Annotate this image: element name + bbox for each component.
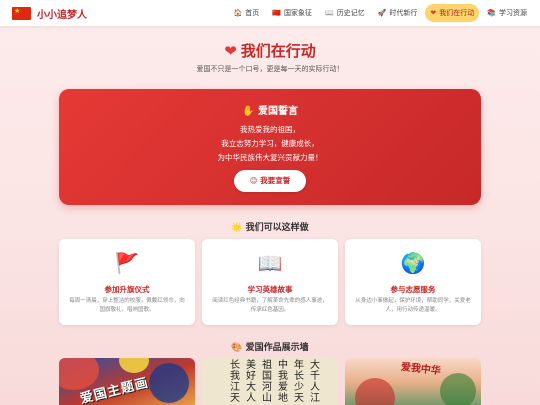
flag-icon: 🇨🇳 — [272, 9, 281, 17]
nav-item-label: 首页 — [245, 9, 260, 17]
pledge-title-text: 爱国誓言 — [257, 106, 298, 117]
calligraphy-column: 中我爱地 — [278, 360, 288, 404]
decor-shape — [440, 373, 476, 405]
poster-caption: 爱我中华 — [400, 361, 442, 378]
gallery-item-calligraphy[interactable]: 大千人江 年长少天 中我爱地 祖国河山 美好大人 长我江天 — [202, 358, 338, 405]
take-pledge-label: 我要宣誓 — [260, 176, 291, 185]
card-title: 参与志愿服务 — [390, 285, 436, 294]
action-card-volunteer[interactable]: 🌍 参与志愿服务 从身边小事做起，保护环境，帮助同学，关爱老人，用行动传递温暖。 — [345, 239, 481, 325]
card-description: 每周一清晨，穿上整洁的校服，佩戴红领巾，向国旗敬礼，唱响国歌。 — [69, 298, 185, 313]
gallery-item-painting[interactable]: 爱国主题画 — [59, 358, 195, 405]
nav-item-home[interactable]: 🏠 首页 — [229, 4, 265, 22]
rocket-icon: 🚀 — [377, 9, 387, 17]
nav-item-new-era[interactable]: 🚀 时代新行 — [373, 4, 423, 22]
book-icon: 📖 — [324, 9, 334, 17]
decor-shape — [355, 378, 395, 405]
globe-icon: 🌍 — [400, 251, 426, 275]
nav-item-label: 学习资源 — [499, 9, 527, 17]
calligraphy-column: 大千人江 — [310, 360, 320, 404]
nav-menu: 🏠 首页 🇨🇳 国家象征 📖 历史记忆 🚀 时代新行 ❤ 我们在行动 📚 学习资… — [226, 4, 532, 22]
calligraphy-column: 年长少天 — [294, 360, 304, 404]
actions-section-title: 🌟 我们可以这样做 — [0, 220, 540, 233]
palette-icon: 🎨 — [231, 343, 243, 353]
take-pledge-button[interactable]: 😊 我要宣誓 — [234, 170, 306, 192]
action-card-hero-stories[interactable]: 📖 学习英雄故事 阅读红色经典书籍，了解革命先辈的感人事迹，传承红色基因。 — [202, 239, 338, 325]
books-icon: 📚 — [487, 9, 496, 17]
nav-item-label: 时代新行 — [389, 9, 418, 17]
pledge-line: 我热爱我的祖国， — [240, 125, 300, 134]
home-icon: 🏠 — [233, 9, 243, 17]
smile-icon: 😊 — [249, 176, 258, 185]
actions-section-title-text: 我们可以这样做 — [245, 223, 309, 233]
calligraphy-column: 美好大人 — [246, 360, 256, 404]
calligraphy-column: 祖国河山 — [262, 360, 272, 404]
card-description: 从身边小事做起，保护环境，帮助同学，关爱老人，用行动传递温暖。 — [355, 298, 471, 313]
page-title: ❤ 我们在行动 — [0, 40, 540, 61]
nav-item-label: 我们在行动 — [439, 9, 475, 17]
action-card-flag-ceremony[interactable]: 🚩 参加升旗仪式 每周一清晨，穿上整洁的校服，佩戴红领巾，向国旗敬礼，唱响国歌。 — [59, 239, 195, 325]
red-flag-icon: 🚩 — [114, 251, 140, 275]
decor-shape — [149, 363, 189, 403]
pledge-card: ✋ 爱国誓言 我热爱我的祖国， 我立志努力学习，健康成长， 为中华民族伟大复兴贡… — [59, 89, 481, 205]
nav-item-label: 历史记忆 — [336, 9, 365, 17]
brand[interactable]: ★ 小小追梦人 — [12, 6, 87, 21]
pledge-title: ✋ 爱国誓言 — [59, 102, 481, 117]
calligraphy-column: 长我江天 — [230, 360, 240, 404]
pledge-line: 我立志努力学习，健康成长， — [221, 139, 319, 148]
pledge-line: 为中华民族伟大复兴贡献力量！ — [217, 153, 323, 162]
card-title: 参加升旗仪式 — [104, 285, 150, 294]
nav-item-label: 国家象征 — [283, 9, 312, 17]
decor-shape — [119, 358, 149, 373]
nav-item-in-action[interactable]: ❤ 我们在行动 — [425, 4, 480, 22]
heart-icon: ❤ — [430, 9, 437, 17]
gallery-section-title: 🎨 爱国作品展示墙 — [0, 340, 540, 353]
card-title: 学习英雄故事 — [247, 285, 293, 294]
star-icon: 🌟 — [231, 223, 243, 233]
heart-icon: ❤ — [224, 42, 237, 60]
gallery-item-poster[interactable]: 爱我中华 — [345, 358, 481, 405]
card-description: 阅读红色经典书籍，了解革命先辈的感人事迹，传承红色基因。 — [212, 298, 328, 313]
open-book-icon: 📖 — [257, 251, 283, 275]
nav-item-resources[interactable]: 📚 学习资源 — [482, 4, 532, 22]
page-title-text: 我们在行动 — [240, 42, 316, 60]
nav-item-national-symbols[interactable]: 🇨🇳 国家象征 — [267, 4, 317, 22]
nav-item-history[interactable]: 📖 历史记忆 — [320, 4, 370, 22]
china-flag-icon: ★ — [12, 6, 31, 20]
brand-name: 小小追梦人 — [37, 9, 87, 21]
top-navbar: ★ 小小追梦人 🏠 首页 🇨🇳 国家象征 📖 历史记忆 🚀 时代新行 ❤ 我们在… — [0, 0, 540, 26]
gallery-section-title-text: 爱国作品展示墙 — [245, 343, 309, 353]
raised-hand-icon: ✋ — [242, 106, 255, 117]
page-subtitle: 爱国不只是一个口号，更是每一天的实际行动！ — [196, 65, 344, 73]
